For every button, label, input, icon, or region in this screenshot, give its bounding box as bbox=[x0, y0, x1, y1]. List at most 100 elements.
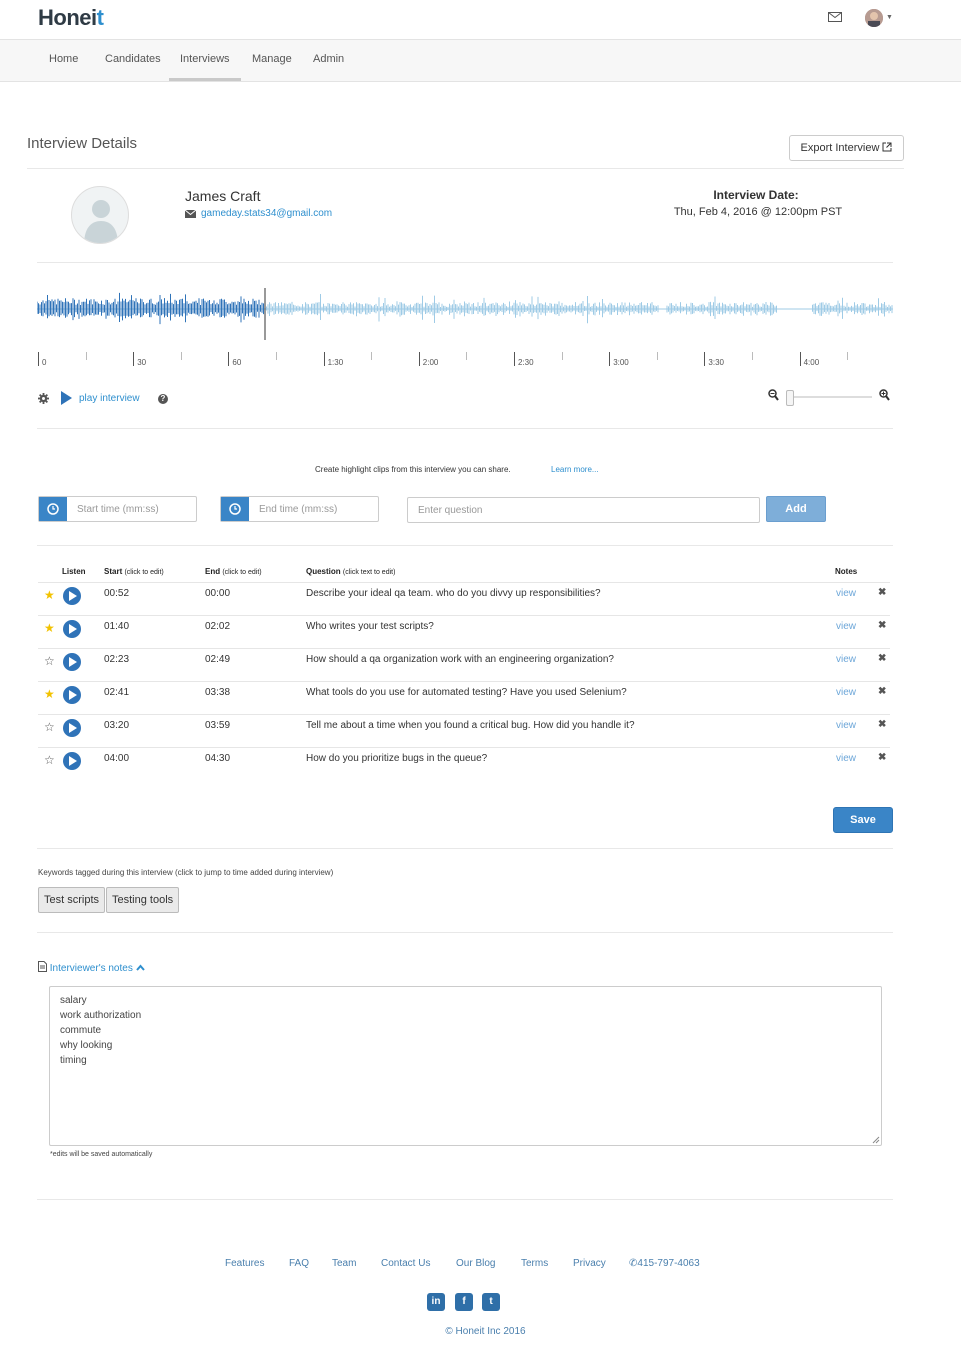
top-bar: Honeit ▼ bbox=[0, 0, 961, 40]
footer-link-features[interactable]: Features bbox=[225, 1258, 264, 1269]
footer-link-faq[interactable]: FAQ bbox=[289, 1258, 309, 1269]
keyword-tag[interactable]: Test scripts bbox=[38, 887, 106, 913]
view-notes-link[interactable]: view bbox=[836, 588, 856, 599]
play-interview-link[interactable]: play interview bbox=[79, 393, 140, 404]
help-icon[interactable]: ? bbox=[158, 394, 168, 404]
notes-heading: Interviewer's notes bbox=[49, 963, 133, 974]
delete-clip-icon[interactable]: ✖ bbox=[878, 620, 886, 631]
resize-handle-icon[interactable] bbox=[872, 1136, 880, 1144]
footer-link-team[interactable]: Team bbox=[332, 1258, 356, 1269]
zoom-in-icon[interactable] bbox=[879, 389, 890, 401]
clip-end-time[interactable]: 00:00 bbox=[205, 588, 230, 599]
clip-question[interactable]: How do you prioritize bugs in the queue? bbox=[306, 753, 487, 764]
mail-icon[interactable] bbox=[828, 12, 842, 22]
col-question-hint: (click text to edit) bbox=[342, 569, 396, 576]
timeline-label: 3:00 bbox=[613, 358, 629, 367]
play-icon bbox=[69, 756, 77, 766]
nav-candidates[interactable]: Candidates bbox=[105, 53, 161, 65]
twitter-icon[interactable]: t bbox=[482, 1293, 500, 1311]
play-clip-button[interactable] bbox=[63, 719, 81, 737]
play-icon bbox=[69, 657, 77, 667]
view-notes-link[interactable]: view bbox=[836, 621, 856, 632]
view-notes-link[interactable]: view bbox=[836, 753, 856, 764]
add-clip-button[interactable]: Add bbox=[766, 496, 826, 522]
star-filled-icon[interactable]: ★ bbox=[44, 687, 55, 701]
zoom-out-icon[interactable] bbox=[768, 389, 779, 401]
nav-interviews[interactable]: Interviews bbox=[180, 53, 230, 65]
footer-phone[interactable]: ✆415-797-4063 bbox=[629, 1258, 700, 1269]
footer-link-blog[interactable]: Our Blog bbox=[456, 1258, 495, 1269]
play-icon[interactable] bbox=[60, 391, 72, 405]
play-icon bbox=[69, 591, 77, 601]
clip-question[interactable]: What tools do you use for automated test… bbox=[306, 687, 627, 698]
clip-start-time[interactable]: 01:40 bbox=[104, 621, 129, 632]
candidate-email[interactable]: gameday.stats34@gmail.com bbox=[201, 208, 332, 219]
clip-end-time[interactable]: 03:38 bbox=[205, 687, 230, 698]
clip-end-time[interactable]: 02:49 bbox=[205, 654, 230, 665]
play-clip-button[interactable] bbox=[63, 653, 81, 671]
zoom-slider-handle[interactable] bbox=[786, 390, 794, 406]
clip-end-time[interactable]: 02:02 bbox=[205, 621, 230, 632]
view-notes-link[interactable]: view bbox=[836, 687, 856, 698]
interviewers-notes-toggle[interactable]: Interviewer's notes bbox=[38, 961, 145, 974]
col-listen: Listen bbox=[62, 567, 86, 576]
clip-start-time[interactable]: 02:41 bbox=[104, 687, 129, 698]
save-button[interactable]: Save bbox=[833, 807, 893, 833]
footer-link-contact[interactable]: Contact Us bbox=[381, 1258, 430, 1269]
zoom-slider-track[interactable] bbox=[792, 396, 872, 398]
interviewer-notes-textarea[interactable]: salary work authorization commute why lo… bbox=[49, 986, 882, 1146]
delete-clip-icon[interactable]: ✖ bbox=[878, 719, 886, 730]
play-clip-button[interactable] bbox=[63, 752, 81, 770]
delete-clip-icon[interactable]: ✖ bbox=[878, 587, 886, 598]
audio-timeline[interactable] bbox=[37, 346, 893, 368]
honeit-logo[interactable]: Honeit bbox=[38, 5, 104, 31]
end-time-input[interactable]: End time (mm:ss) bbox=[220, 496, 379, 522]
star-outline-icon[interactable]: ☆ bbox=[44, 720, 55, 734]
view-notes-link[interactable]: view bbox=[836, 720, 856, 731]
clip-question[interactable]: Who writes your test scripts? bbox=[306, 621, 434, 632]
play-icon bbox=[69, 723, 77, 733]
view-notes-link[interactable]: view bbox=[836, 654, 856, 665]
play-clip-button[interactable] bbox=[63, 620, 81, 638]
clip-start-time[interactable]: 04:00 bbox=[104, 753, 129, 764]
clock-icon bbox=[39, 497, 67, 521]
question-input[interactable]: Enter question bbox=[407, 497, 760, 523]
col-start-hint: (click to edit) bbox=[124, 569, 164, 576]
row-divider bbox=[38, 582, 890, 583]
timeline-label: 3:30 bbox=[708, 358, 724, 367]
clip-start-time[interactable]: 02:23 bbox=[104, 654, 129, 665]
linkedin-icon[interactable]: in bbox=[427, 1293, 445, 1311]
phone-number: 415-797-4063 bbox=[637, 1258, 700, 1269]
clip-start-time[interactable]: 00:52 bbox=[104, 588, 129, 599]
audio-waveform[interactable] bbox=[37, 280, 893, 340]
nav-manage[interactable]: Manage bbox=[252, 53, 292, 65]
star-outline-icon[interactable]: ☆ bbox=[44, 654, 55, 668]
clip-end-time[interactable]: 04:30 bbox=[205, 753, 230, 764]
delete-clip-icon[interactable]: ✖ bbox=[878, 653, 886, 664]
nav-home[interactable]: Home bbox=[49, 53, 78, 65]
clip-question[interactable]: How should a qa organization work with a… bbox=[306, 654, 614, 665]
play-clip-button[interactable] bbox=[63, 587, 81, 605]
learn-more-link[interactable]: Learn more... bbox=[551, 465, 599, 474]
start-time-input[interactable]: Start time (mm:ss) bbox=[38, 496, 197, 522]
star-outline-icon[interactable]: ☆ bbox=[44, 753, 55, 767]
user-avatar[interactable] bbox=[865, 9, 883, 27]
delete-clip-icon[interactable]: ✖ bbox=[878, 752, 886, 763]
clip-question[interactable]: Describe your ideal qa team. who do you … bbox=[306, 588, 601, 599]
export-interview-button[interactable]: Export Interview bbox=[789, 135, 904, 161]
keyword-tag[interactable]: Testing tools bbox=[106, 887, 180, 913]
facebook-icon[interactable]: f bbox=[455, 1293, 473, 1311]
user-menu-caret-icon[interactable]: ▼ bbox=[886, 14, 893, 21]
nav-admin[interactable]: Admin bbox=[313, 53, 344, 65]
clip-start-time[interactable]: 03:20 bbox=[104, 720, 129, 731]
gear-icon[interactable] bbox=[38, 393, 49, 404]
footer-link-terms[interactable]: Terms bbox=[521, 1258, 548, 1269]
star-filled-icon[interactable]: ★ bbox=[44, 621, 55, 635]
play-clip-button[interactable] bbox=[63, 686, 81, 704]
clip-end-time[interactable]: 03:59 bbox=[205, 720, 230, 731]
footer-link-privacy[interactable]: Privacy bbox=[573, 1258, 606, 1269]
note-line: timing bbox=[60, 1055, 87, 1066]
star-filled-icon[interactable]: ★ bbox=[44, 588, 55, 602]
clip-question[interactable]: Tell me about a time when you found a cr… bbox=[306, 720, 635, 731]
delete-clip-icon[interactable]: ✖ bbox=[878, 686, 886, 697]
